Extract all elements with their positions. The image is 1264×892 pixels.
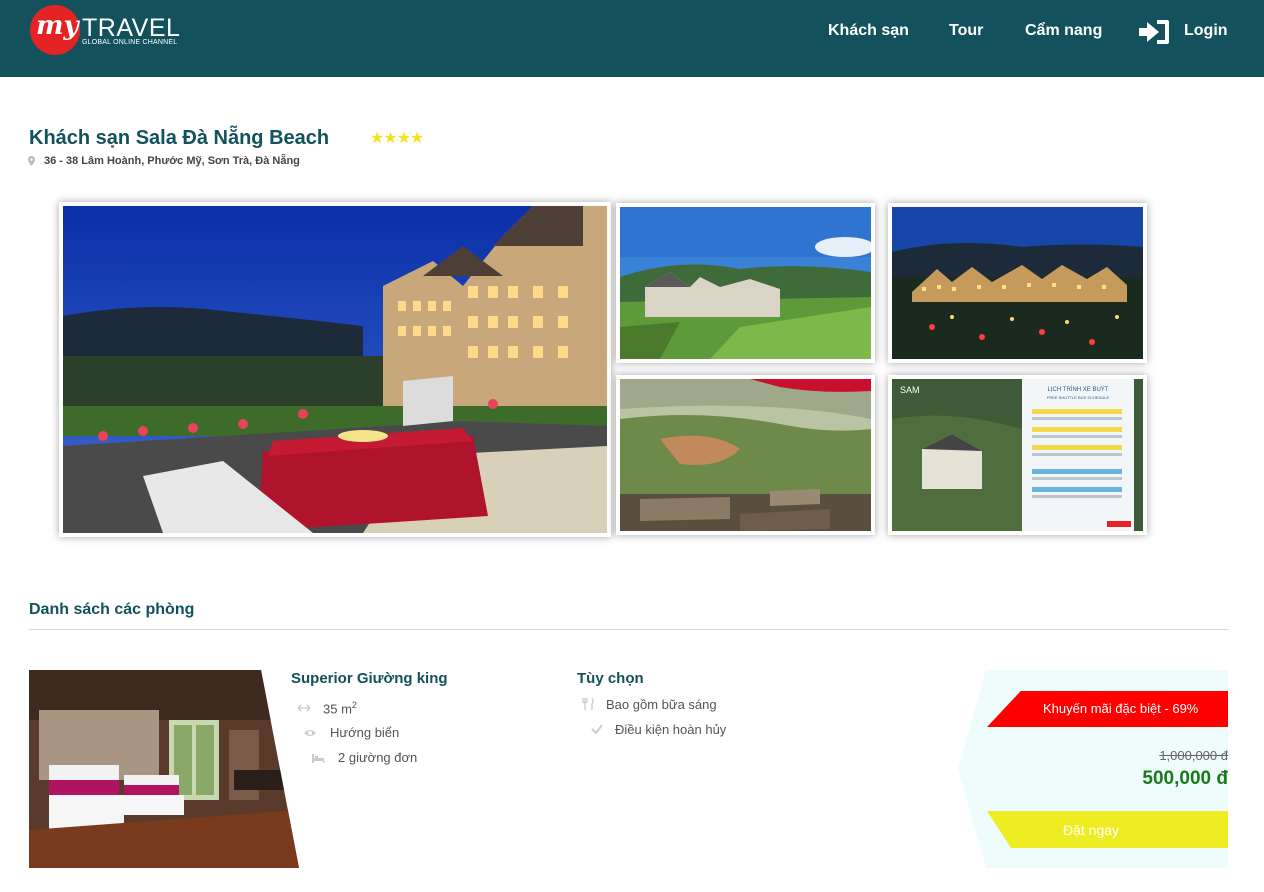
gallery-photo-2[interactable]: [616, 203, 875, 363]
room-list-title: Danh sách các phòng: [29, 601, 195, 618]
star-rating: ★★★★: [370, 130, 424, 147]
promo-text: Khuyến mãi đặc biệt - 69%: [1043, 701, 1199, 716]
schedule-sign-subtitle: FREE SHUTTLE BUS SCHEDULE: [1047, 395, 1110, 400]
room-photo[interactable]: [29, 670, 299, 868]
schedule-sign-title: LỊCH TRÌNH XE BUÝT: [1048, 386, 1109, 393]
area-arrows-icon: [297, 704, 311, 712]
hotel-terrace-night-image: [63, 206, 607, 533]
options-title: Tùy chọn: [577, 670, 644, 687]
check-icon: [591, 724, 603, 735]
section-divider: [29, 629, 1229, 630]
logo-my-text: my: [36, 11, 79, 41]
hotel-daytime-valley-image: [620, 207, 871, 359]
nav-guide[interactable]: Cẩm nang: [1025, 22, 1102, 40]
room-name[interactable]: Superior Giường king: [291, 670, 448, 687]
top-navbar: my TRAVEL GLOBAL ONLINE CHANNEL Khách sạ…: [0, 0, 1264, 77]
mytravel-logo[interactable]: my TRAVEL GLOBAL ONLINE CHANNEL: [30, 5, 180, 57]
option-breakfast: Bao gồm bữa sáng: [606, 697, 717, 712]
bed-icon: [312, 754, 325, 763]
nav-hotels[interactable]: Khách sạn: [828, 22, 909, 40]
room-view: Hướng biển: [330, 725, 400, 740]
gallery-photo-4[interactable]: [616, 375, 875, 535]
book-now-label[interactable]: Đặt ngay: [1063, 822, 1119, 838]
room-area: 35 m2: [323, 700, 357, 717]
original-price: 1,000,000 đ: [1159, 748, 1228, 763]
hotel-name: Khách sạn Sala Đà Nẵng Beach: [29, 127, 330, 149]
cutlery-icon: [582, 698, 594, 710]
sale-price: 500,000 đ: [1142, 768, 1228, 789]
map-pin-icon: [28, 156, 35, 166]
hotel-address: 36 - 38 Lâm Hoành, Phước Mỹ, Sơn Trà, Đà…: [44, 155, 300, 167]
logo-tagline: GLOBAL ONLINE CHANNEL: [82, 39, 178, 46]
nav-tours[interactable]: Tour: [949, 22, 983, 40]
nav-login[interactable]: Login: [1184, 22, 1228, 40]
option-cancellation[interactable]: Điều kiện hoàn hủy: [615, 722, 726, 737]
eye-icon: [304, 730, 316, 736]
gallery-photo-5[interactable]: LỊCH TRÌNH XE BUÝT FREE SHUTTLE BUS SCHE…: [888, 375, 1147, 535]
mountain-golf-view-image: [620, 379, 871, 531]
gallery-photo-3[interactable]: [888, 203, 1147, 363]
login-icon[interactable]: [1137, 18, 1171, 46]
hotel-night-lights-image: [892, 207, 1143, 359]
shuttle-bus-schedule-image: LỊCH TRÌNH XE BUÝT FREE SHUTTLE BUS SCHE…: [892, 379, 1143, 531]
gallery-main-photo[interactable]: [59, 202, 611, 537]
room-beds: 2 giường đơn: [338, 750, 418, 765]
sam-logo-text: SAM: [900, 385, 920, 395]
